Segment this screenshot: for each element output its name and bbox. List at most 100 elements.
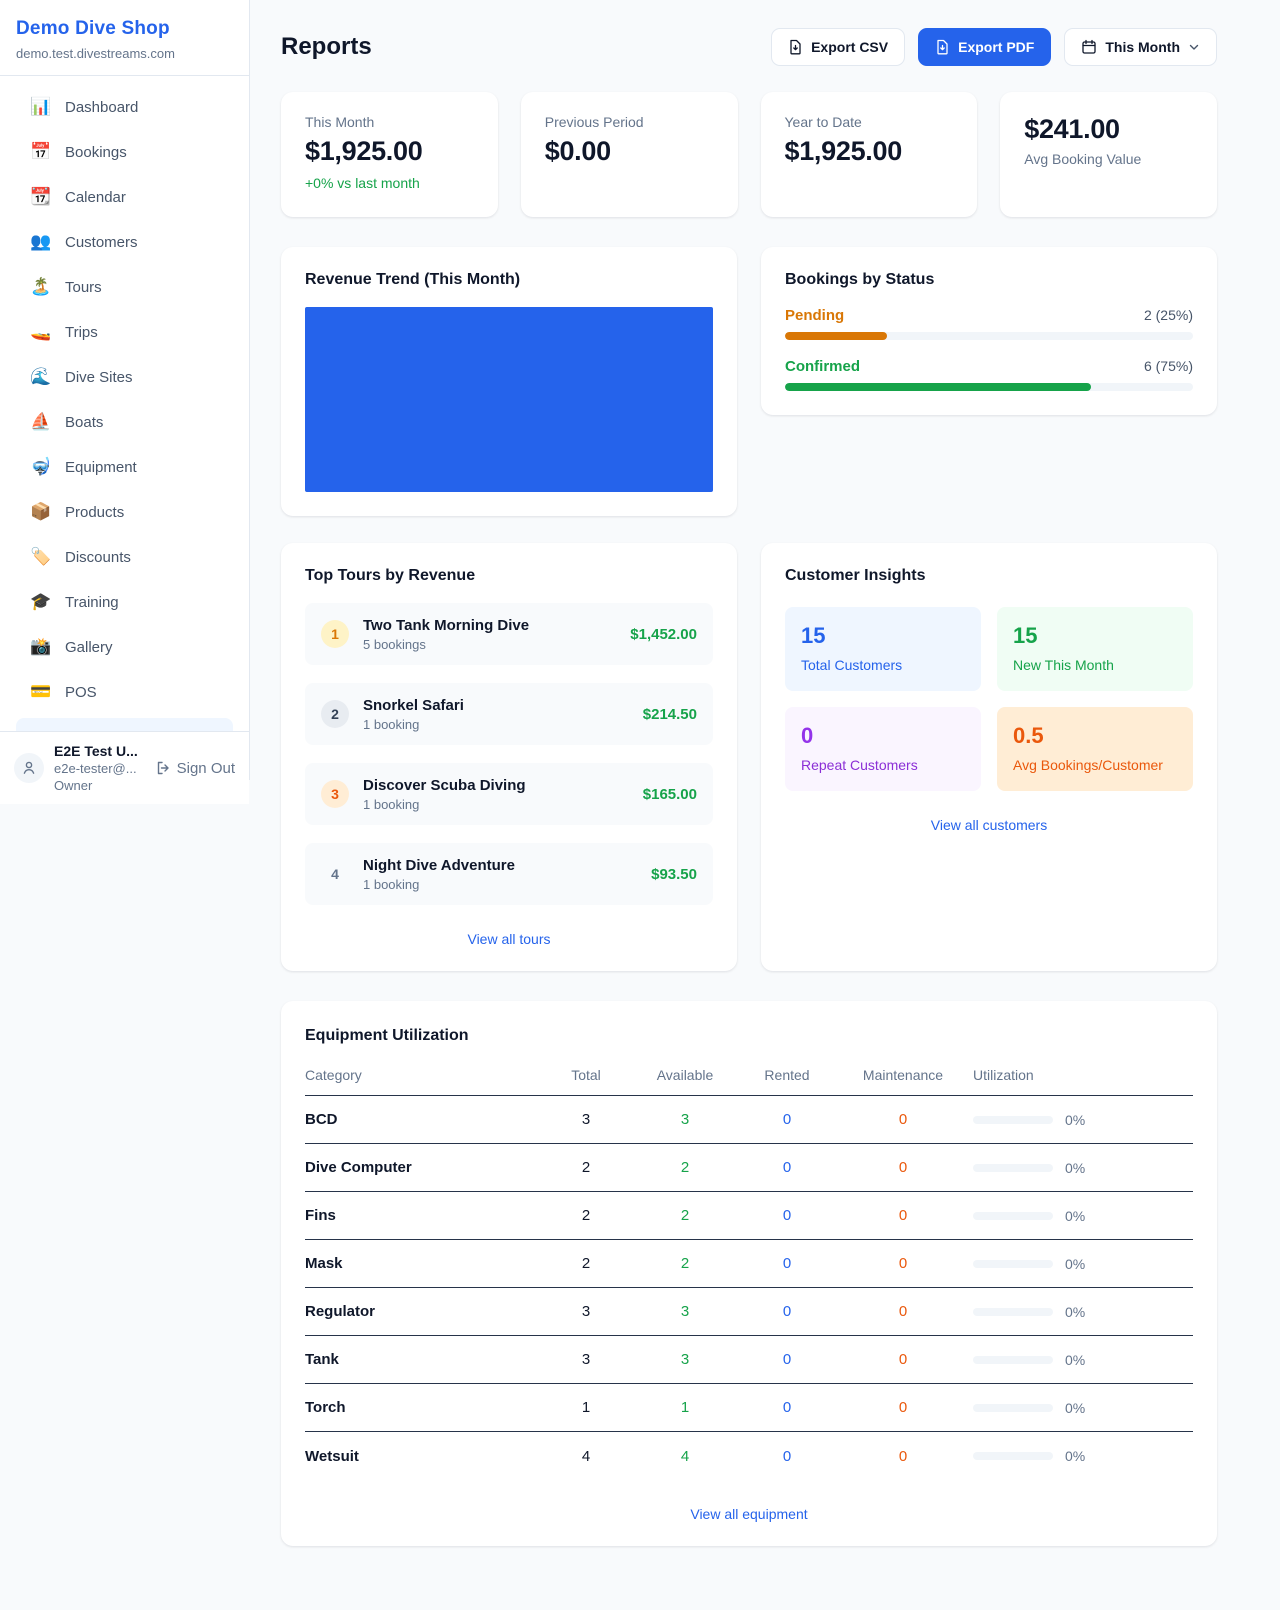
sidebar-item-label: Customers: [65, 234, 138, 251]
status-row-pending: Pending 2 (25%): [785, 307, 1193, 340]
equip-maintenance: 0: [833, 1111, 973, 1128]
sidebar-item-trips[interactable]: 🚤 Trips: [8, 313, 241, 351]
sidebar-item-gallery[interactable]: 📸 Gallery: [8, 628, 241, 666]
calendar-date-icon: 📅: [30, 142, 52, 162]
equip-category: Fins: [305, 1207, 543, 1224]
equip-utilization: 0%: [973, 1304, 1193, 1320]
insight-grid: 15 Total Customers 15 New This Month 0 R…: [785, 607, 1193, 791]
stat-value: $0.00: [545, 136, 714, 167]
tour-row[interactable]: 2 Snorkel Safari 1 booking $214.50: [305, 683, 713, 745]
tour-row[interactable]: 3 Discover Scuba Diving 1 booking $165.0…: [305, 763, 713, 825]
sidebar-item-customers[interactable]: 👥 Customers: [8, 223, 241, 261]
equip-utilization: 0%: [973, 1208, 1193, 1224]
sidebar-item-dashboard[interactable]: 📊 Dashboard: [8, 88, 241, 126]
sidebar-item-calendar[interactable]: 📆 Calendar: [8, 178, 241, 216]
tour-row[interactable]: 4 Night Dive Adventure 1 booking $93.50: [305, 843, 713, 905]
equip-category: Torch: [305, 1399, 543, 1416]
view-all-customers-link[interactable]: View all customers: [785, 817, 1193, 833]
col-header-category: Category: [305, 1067, 543, 1083]
stat-card-this-month: This Month $1,925.00 +0% vs last month: [281, 92, 498, 217]
utilization-percent: 0%: [1065, 1112, 1085, 1128]
export-pdf-button[interactable]: Export PDF: [918, 28, 1051, 66]
col-header-available: Available: [629, 1067, 741, 1083]
insight-tile-repeat-customers: 0 Repeat Customers: [785, 707, 981, 791]
tour-row[interactable]: 1 Two Tank Morning Dive 5 bookings $1,45…: [305, 603, 713, 665]
sidebar-item-equipment[interactable]: 🤿 Equipment: [8, 448, 241, 486]
sidebar-item-label: Calendar: [65, 189, 126, 206]
calendar-icon: 📆: [30, 187, 52, 207]
equip-category: Tank: [305, 1351, 543, 1368]
export-csv-button[interactable]: Export CSV: [771, 28, 905, 66]
view-all-tours-link[interactable]: View all tours: [305, 931, 713, 947]
insight-value: 15: [801, 623, 965, 649]
export-pdf-label: Export PDF: [958, 39, 1034, 55]
wave-icon: 🌊: [30, 367, 52, 387]
equip-utilization: 0%: [973, 1448, 1193, 1464]
utilization-bar-track: [973, 1164, 1053, 1172]
stat-label: This Month: [305, 114, 474, 130]
topbar-actions: Export CSV Export PDF This Month: [771, 28, 1217, 66]
top-tours-card: Top Tours by Revenue 1 Two Tank Morning …: [281, 543, 737, 971]
people-icon: 👥: [30, 232, 52, 252]
sidebar-item-selected-partial[interactable]: [16, 718, 233, 731]
stat-value: $241.00: [1024, 114, 1193, 145]
tour-revenue: $93.50: [651, 866, 697, 883]
status-bar-track: [785, 332, 1193, 340]
sidebar-item-dive-sites[interactable]: 🌊 Dive Sites: [8, 358, 241, 396]
equip-total: 2: [543, 1255, 629, 1272]
equip-total: 3: [543, 1111, 629, 1128]
island-icon: 🏝️: [30, 277, 52, 297]
utilization-percent: 0%: [1065, 1160, 1085, 1176]
app-layout: Demo Dive Shop demo.test.divestreams.com…: [0, 0, 1280, 1583]
table-row: Tank 3 3 0 0 0%: [305, 1336, 1193, 1384]
sidebar-item-products[interactable]: 📦 Products: [8, 493, 241, 531]
sign-out-button[interactable]: Sign Out: [155, 760, 235, 777]
equip-available: 2: [629, 1255, 741, 1272]
tour-bookings: 1 booking: [363, 717, 629, 732]
equip-rented: 0: [741, 1448, 833, 1465]
sidebar-item-pos[interactable]: 💳 POS: [8, 673, 241, 711]
sidebar-item-tours[interactable]: 🏝️ Tours: [8, 268, 241, 306]
period-label: This Month: [1105, 39, 1180, 55]
insight-value: 15: [1013, 623, 1177, 649]
equip-utilization: 0%: [973, 1160, 1193, 1176]
sidebar: Demo Dive Shop demo.test.divestreams.com…: [0, 0, 250, 780]
equip-category: Wetsuit: [305, 1448, 543, 1465]
period-dropdown[interactable]: This Month: [1064, 28, 1217, 66]
sidebar-item-training[interactable]: 🎓 Training: [8, 583, 241, 621]
main-content: Reports Export CSV Export PDF: [250, 0, 1280, 1583]
stat-delta: +0% vs last month: [305, 175, 474, 191]
tour-name: Night Dive Adventure: [363, 857, 637, 874]
rank-badge: 4: [321, 860, 349, 888]
insight-label: Avg Bookings/Customer: [1013, 757, 1177, 773]
sidebar-item-boats[interactable]: ⛵ Boats: [8, 403, 241, 441]
sidebar-item-bookings[interactable]: 📅 Bookings: [8, 133, 241, 171]
insight-label: New This Month: [1013, 657, 1177, 673]
speedboat-icon: 🚤: [30, 322, 52, 342]
sidebar-item-discounts[interactable]: 🏷️ Discounts: [8, 538, 241, 576]
equip-maintenance: 0: [833, 1448, 973, 1465]
equip-maintenance: 0: [833, 1399, 973, 1416]
equip-available: 3: [629, 1351, 741, 1368]
camera-icon: 📸: [30, 637, 52, 657]
file-download-icon: [788, 39, 803, 55]
equip-rented: 0: [741, 1255, 833, 1272]
status-row-confirmed: Confirmed 6 (75%): [785, 358, 1193, 391]
chevron-down-icon: [1188, 41, 1200, 53]
equip-maintenance: 0: [833, 1255, 973, 1272]
rank-badge: 2: [321, 700, 349, 728]
stat-value: $1,925.00: [305, 136, 474, 167]
view-all-equipment-link[interactable]: View all equipment: [305, 1506, 1193, 1522]
equip-maintenance: 0: [833, 1159, 973, 1176]
rank-badge: 3: [321, 780, 349, 808]
equip-total: 2: [543, 1159, 629, 1176]
table-row: BCD 3 3 0 0 0%: [305, 1096, 1193, 1144]
insight-label: Repeat Customers: [801, 757, 965, 773]
status-label: Confirmed: [785, 358, 860, 375]
tag-icon: 🏷️: [30, 547, 52, 567]
utilization-bar-track: [973, 1356, 1053, 1364]
file-download-icon: [935, 39, 950, 55]
sidebar-item-label: Tours: [65, 279, 102, 296]
insights-row: Top Tours by Revenue 1 Two Tank Morning …: [281, 543, 1217, 971]
equip-utilization: 0%: [973, 1400, 1193, 1416]
